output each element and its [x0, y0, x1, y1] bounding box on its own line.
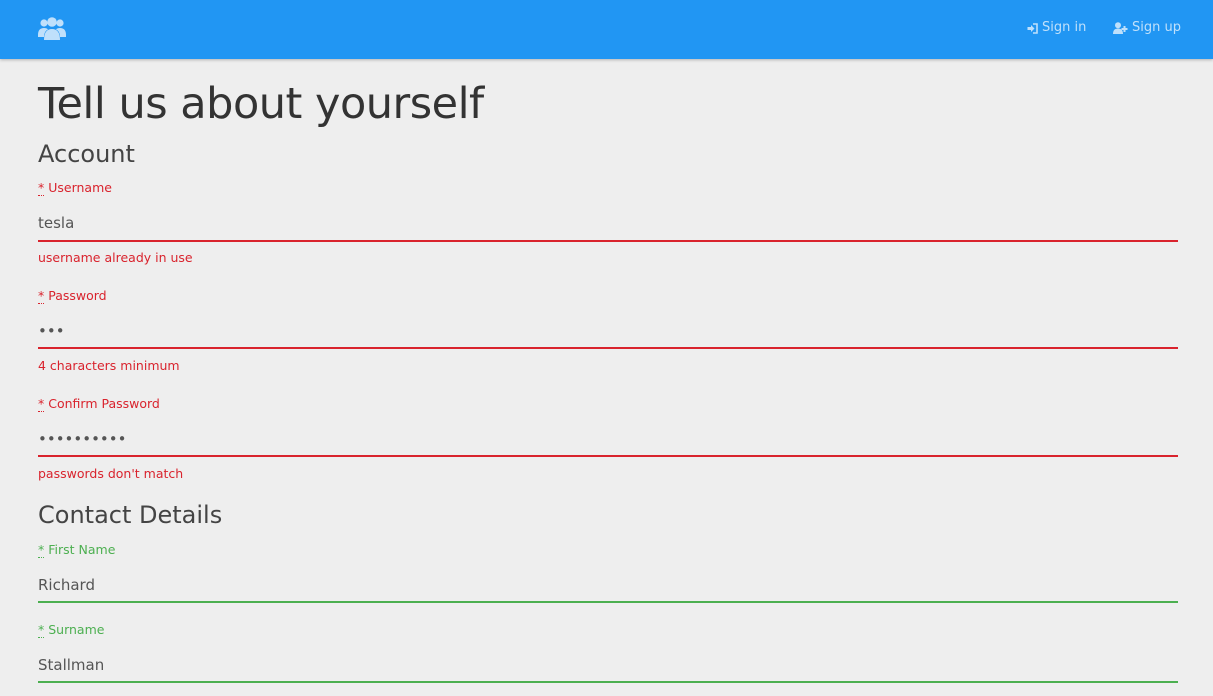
username-label: * Username: [38, 180, 112, 196]
top-navbar: Sign in Sign up: [0, 0, 1213, 59]
required-marker: *: [38, 288, 45, 304]
required-marker: *: [38, 396, 45, 412]
account-heading: Account: [38, 140, 135, 168]
required-marker: *: [38, 542, 45, 558]
users-icon[interactable]: [38, 15, 66, 41]
confirm-password-input[interactable]: [38, 422, 1178, 456]
first-name-input[interactable]: [38, 568, 1178, 602]
sign-in-icon: [1027, 22, 1038, 34]
surname-underline: [38, 681, 1178, 683]
sign-up-label: Sign up: [1132, 20, 1181, 35]
confirm-password-error: passwords don't match: [38, 466, 184, 481]
password-label-text: Password: [48, 288, 107, 303]
required-marker: *: [38, 180, 45, 196]
username-label-text: Username: [48, 180, 112, 195]
username-underline: [38, 240, 1178, 242]
contact-details-heading: Contact Details: [38, 501, 223, 529]
page-title: Tell us about yourself: [38, 79, 484, 129]
user-plus-icon: [1113, 22, 1128, 34]
confirm-password-underline: [38, 455, 1178, 457]
surname-label-text: Surname: [48, 622, 105, 637]
first-name-underline: [38, 601, 1178, 603]
username-input[interactable]: [38, 206, 1178, 240]
first-name-label: * First Name: [38, 542, 115, 558]
sign-up-link[interactable]: Sign up: [1113, 20, 1181, 36]
password-error: 4 characters minimum: [38, 358, 180, 373]
password-input[interactable]: [38, 314, 1178, 348]
sign-in-link[interactable]: Sign in: [1027, 20, 1086, 36]
surname-label: * Surname: [38, 622, 104, 638]
username-error: username already in use: [38, 250, 193, 265]
sign-in-label: Sign in: [1042, 20, 1087, 35]
first-name-label-text: First Name: [48, 542, 116, 557]
required-marker: *: [38, 622, 45, 638]
confirm-password-label: * Confirm Password: [38, 396, 160, 412]
password-underline: [38, 347, 1178, 349]
confirm-password-label-text: Confirm Password: [48, 396, 160, 411]
password-label: * Password: [38, 288, 107, 304]
surname-input[interactable]: [38, 648, 1178, 682]
